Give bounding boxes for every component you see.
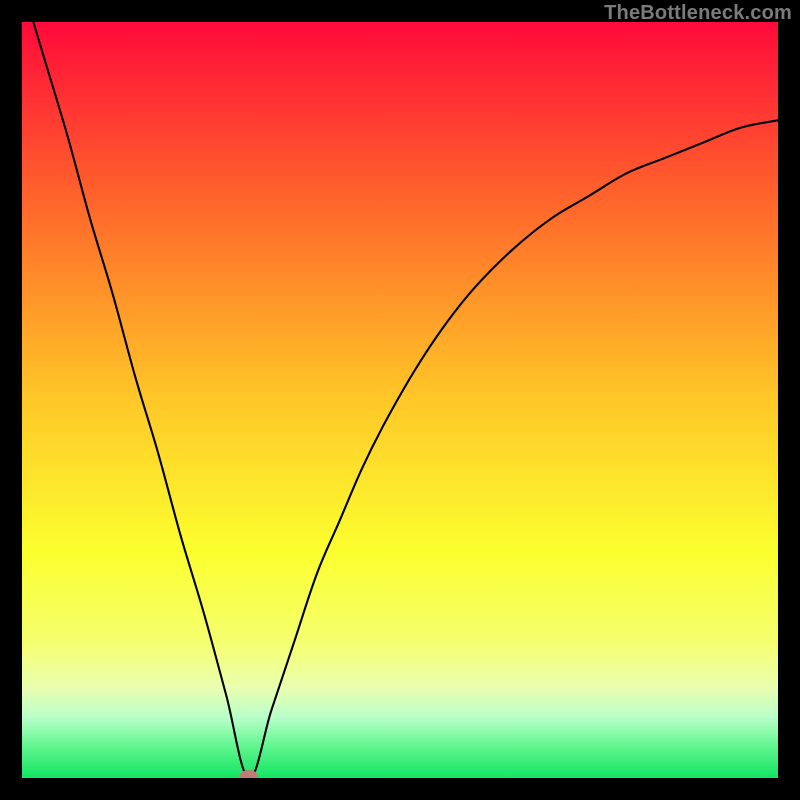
chart-svg [22,22,778,778]
plot-area [22,22,778,778]
gradient-background [22,22,778,778]
attribution-label: TheBottleneck.com [604,2,792,25]
chart-frame: TheBottleneck.com [0,0,800,800]
